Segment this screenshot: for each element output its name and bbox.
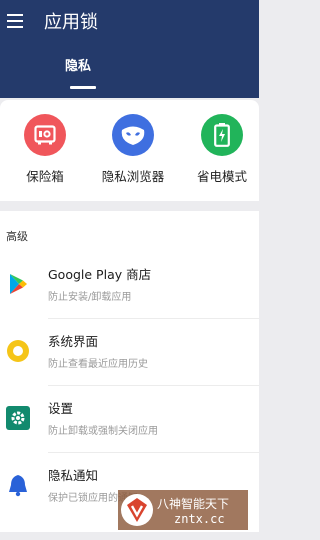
- section-title-advanced: 高级: [6, 230, 28, 243]
- list-item-desc: 防止查看最近应用历史: [48, 359, 148, 370]
- feature-safe[interactable]: 保险箱: [2, 114, 88, 185]
- incognito-mask-icon: [112, 114, 154, 156]
- watermark-url: zntx.cc: [174, 512, 225, 526]
- watermark: 八神智能天下 zntx.cc: [118, 490, 248, 530]
- list-item-settings[interactable]: 设置 防止卸载或强制关闭应用: [0, 386, 259, 453]
- bottom-strip: [0, 532, 259, 540]
- watermark-text: 八神智能天下: [157, 497, 230, 511]
- safe-icon: [24, 114, 66, 156]
- bell-icon: [9, 475, 27, 497]
- hamburger-menu-icon[interactable]: [7, 14, 25, 30]
- list-item-title: Google Play 商店: [48, 267, 152, 282]
- system-ui-icon: [7, 340, 29, 362]
- list-item-title: 设置: [48, 401, 74, 416]
- app-title: 应用锁: [44, 12, 98, 33]
- list-item-title: 系统界面: [48, 334, 99, 349]
- feature-private-browser-label: 隐私浏览器: [101, 169, 165, 184]
- watermark-logo-icon: [121, 494, 153, 526]
- feature-carousel: 保险箱 隐私浏览器 省电模式: [0, 100, 259, 292]
- feature-power-saving-label: 省电模式: [196, 169, 247, 184]
- feature-private-browser[interactable]: 隐私浏览器: [90, 114, 176, 185]
- google-play-icon: [10, 274, 27, 294]
- list-item-desc: 防止安装/卸载应用: [48, 292, 132, 303]
- feature-safe-label: 保险箱: [26, 169, 64, 184]
- feature-power-saving[interactable]: 省电模式: [179, 114, 265, 185]
- settings-gear-icon: [6, 406, 30, 430]
- tab-privacy[interactable]: 隐私: [58, 58, 98, 76]
- list-item-system-ui[interactable]: 系统界面 防止查看最近应用历史: [0, 319, 259, 386]
- app-header: 应用锁 隐私: [0, 0, 259, 98]
- list-item-title: 隐私通知: [48, 468, 99, 483]
- list-item-google-play[interactable]: Google Play 商店 防止安装/卸载应用: [0, 252, 259, 319]
- tab-indicator: [70, 86, 96, 89]
- list-item-desc: 防止卸载或强制关闭应用: [48, 426, 158, 437]
- battery-icon: [201, 114, 243, 156]
